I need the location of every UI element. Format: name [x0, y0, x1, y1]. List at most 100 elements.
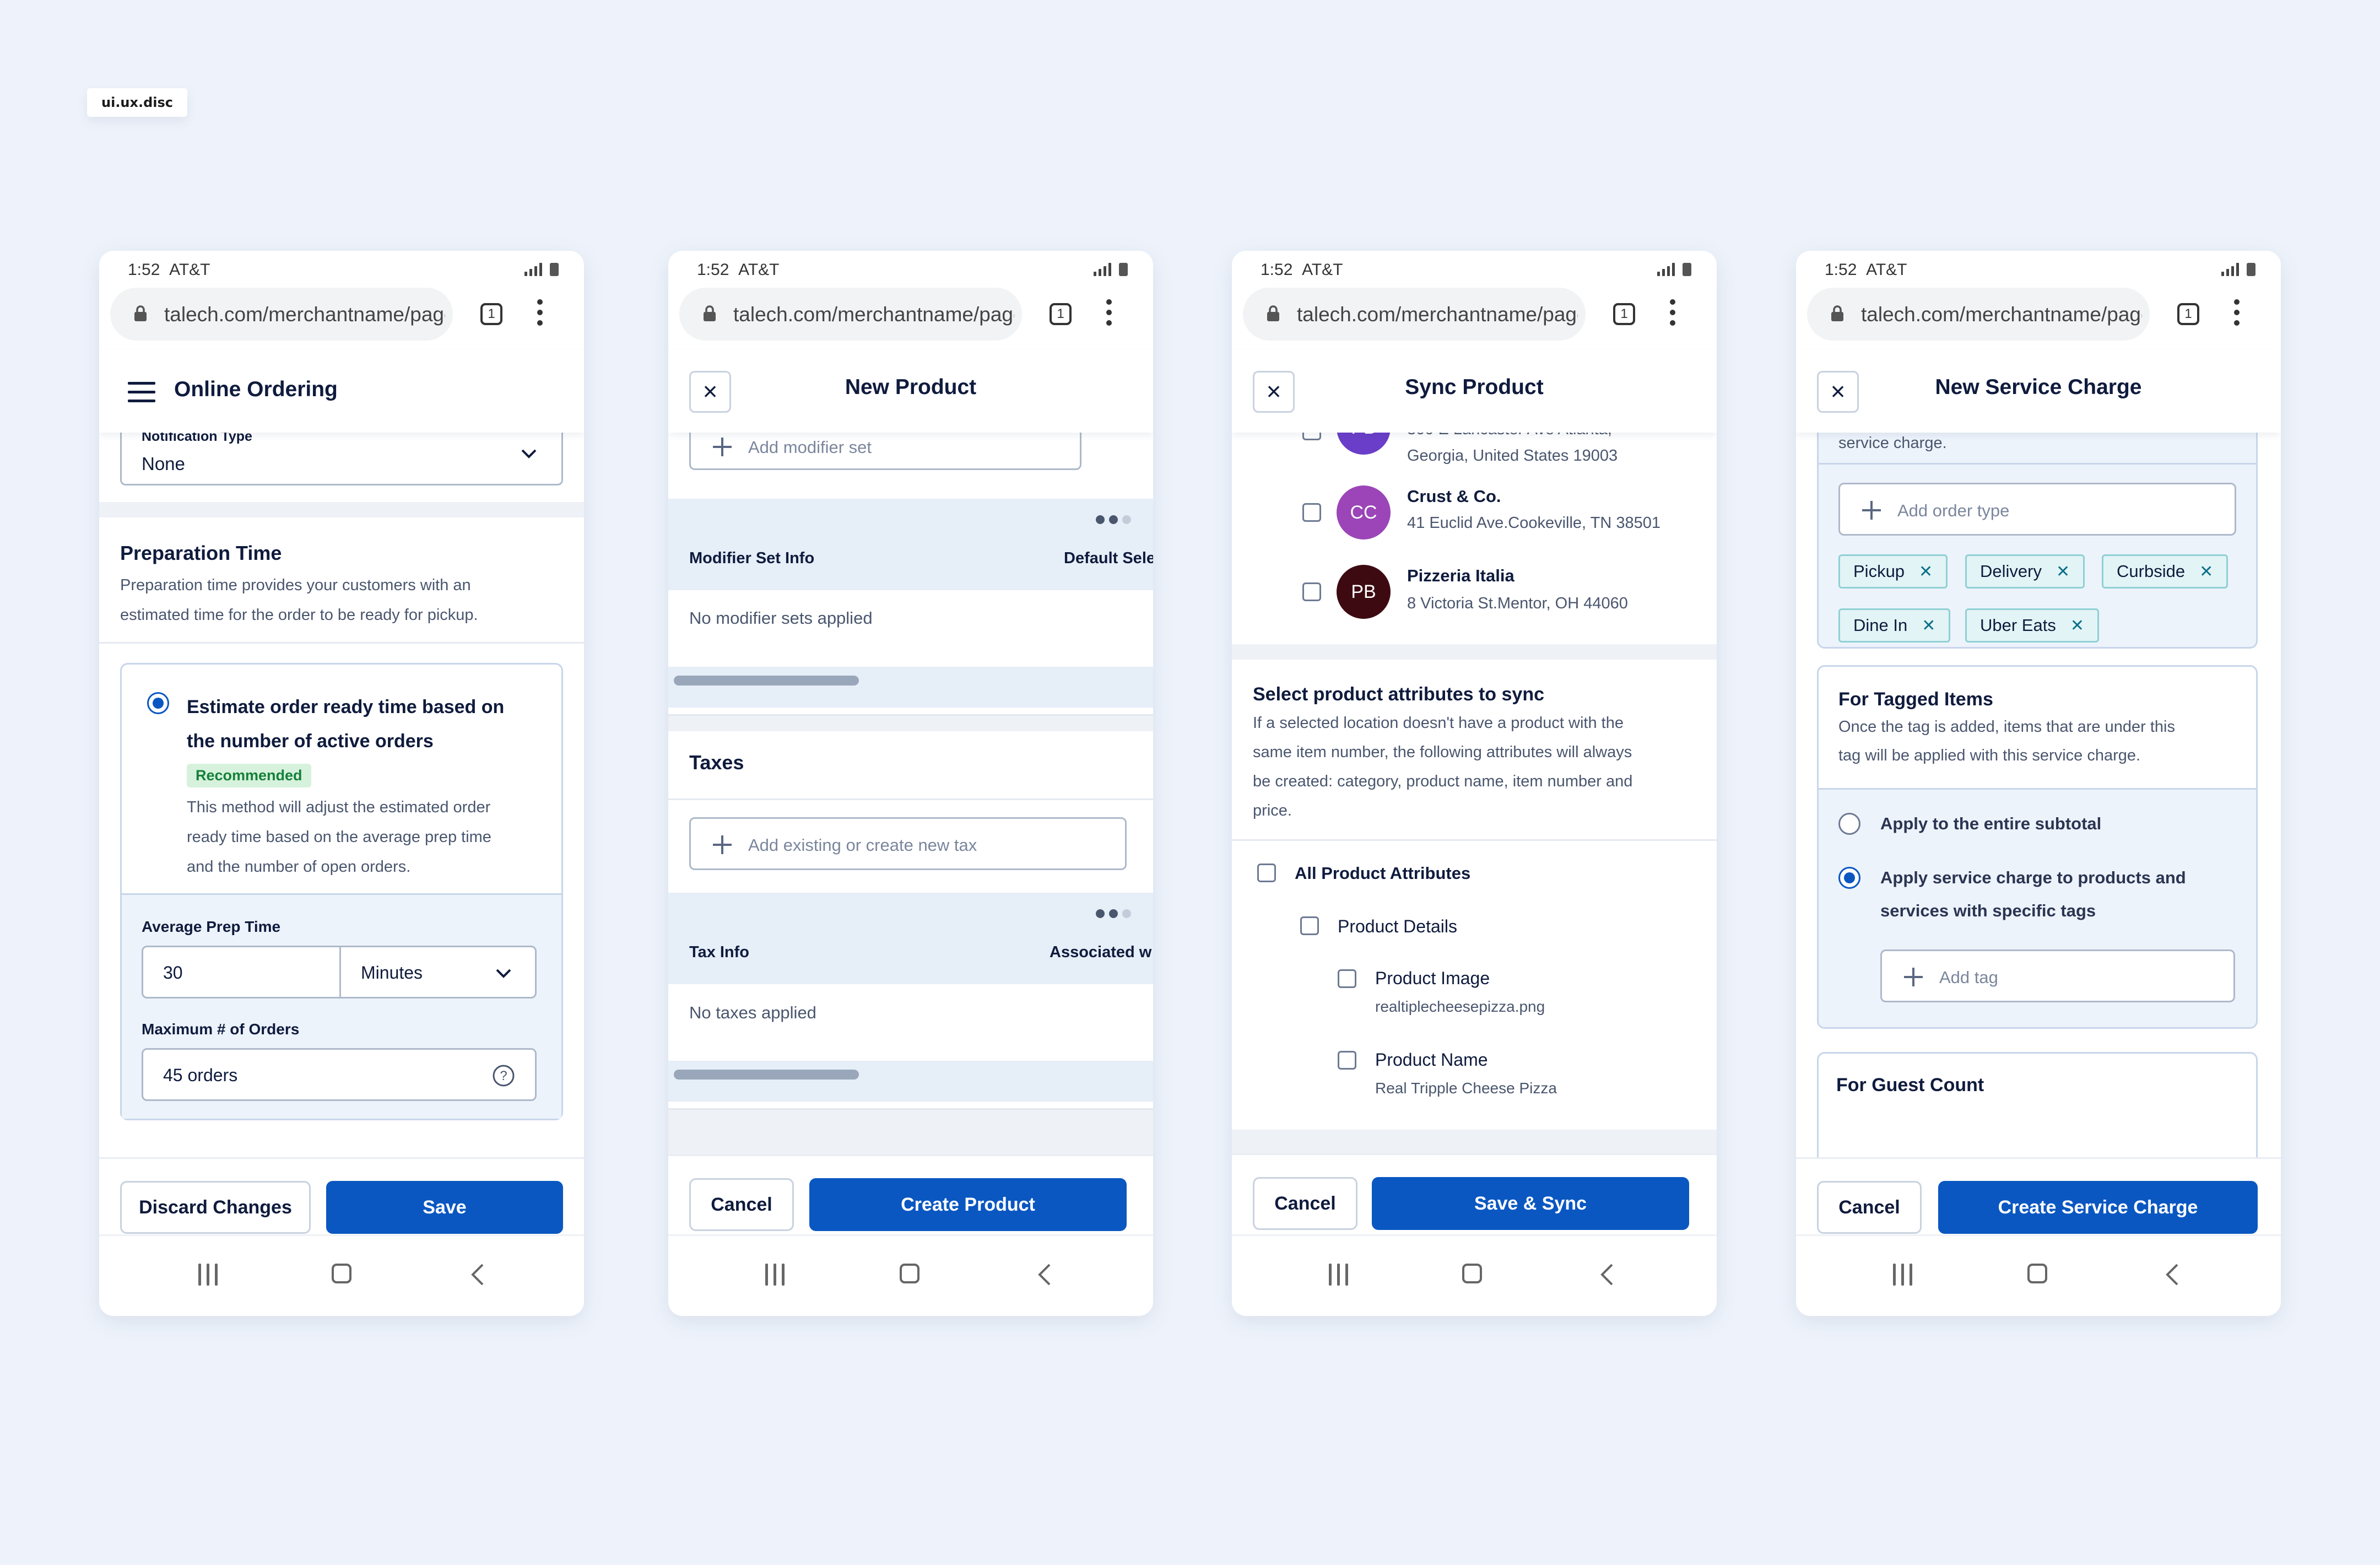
- modifier-table-header: Modifier Set Info Default Sele: [668, 499, 1153, 590]
- add-tax-field[interactable]: Add existing or create new tax: [689, 817, 1127, 870]
- add-order-type-field[interactable]: Add order type: [1838, 483, 2236, 536]
- notification-type-select[interactable]: Notification Type None: [120, 433, 563, 485]
- footer-actions: Cancel Create Service Charge: [1796, 1157, 2281, 1239]
- estimate-radio[interactable]: [147, 692, 169, 714]
- battery-icon: [1683, 263, 1691, 276]
- address-bar[interactable]: talech.com/merchantname/page: [1807, 288, 2150, 341]
- order-type-chip[interactable]: Pickup ✕: [1838, 554, 1948, 589]
- tagged-items-card: For Tagged Items Once the tag is added, …: [1817, 665, 2258, 1029]
- horizontal-scrollbar[interactable]: [674, 676, 859, 686]
- tabs-icon[interactable]: 1: [2177, 303, 2199, 325]
- create-product-button[interactable]: Create Product: [809, 1178, 1127, 1231]
- url-text: talech.com/merchantname/page: [733, 303, 1014, 326]
- product-name-checkbox[interactable]: [1338, 1051, 1356, 1070]
- max-orders-input[interactable]: 45 orders ?: [142, 1048, 537, 1101]
- option-desc-2: ready time based on the average prep tim…: [187, 828, 491, 846]
- location-checkbox[interactable]: [1302, 582, 1321, 601]
- pagination-dots: [1096, 515, 1131, 524]
- save-button[interactable]: Save: [326, 1181, 563, 1234]
- prep-time-desc-1: Preparation time provides your customers…: [120, 576, 471, 594]
- back-icon[interactable]: [1034, 1262, 1056, 1287]
- close-icon[interactable]: ✕: [2070, 617, 2084, 635]
- address-bar[interactable]: talech.com/merchantname/page: [1243, 288, 1586, 341]
- recents-icon[interactable]: [1893, 1264, 1912, 1286]
- back-icon[interactable]: [2162, 1262, 2184, 1287]
- status-time: 1:52 AT&T: [1825, 261, 1907, 279]
- tabs-icon[interactable]: 1: [1050, 303, 1072, 325]
- recents-icon[interactable]: [765, 1264, 785, 1286]
- battery-icon: [550, 263, 559, 276]
- attributes-desc-1: If a selected location doesn't have a pr…: [1253, 714, 1624, 732]
- back-icon[interactable]: [467, 1262, 489, 1287]
- svg-text:?: ?: [500, 1068, 507, 1083]
- prep-time-desc-2: estimated time for the order to be ready…: [120, 606, 478, 624]
- order-type-card: service charge. Add order type Pickup ✕ D…: [1817, 433, 2258, 649]
- order-type-chip[interactable]: Dine In ✕: [1838, 608, 1951, 643]
- more-vertical-icon[interactable]: [2233, 299, 2240, 330]
- product-name-value: Real Tripple Cheese Pizza: [1375, 1080, 1557, 1097]
- status-icons: [1094, 263, 1128, 276]
- home-icon[interactable]: [2027, 1264, 2047, 1283]
- close-icon[interactable]: ✕: [2056, 563, 2070, 581]
- all-attributes-checkbox[interactable]: [1257, 864, 1276, 882]
- product-name-label: Product Name: [1375, 1050, 1488, 1070]
- modifier-col-default: Default Sele: [1064, 549, 1153, 567]
- specific-tags-radio[interactable]: [1838, 867, 1860, 889]
- order-type-chip[interactable]: Delivery ✕: [1965, 554, 2085, 589]
- status-bar: 1:52 AT&T: [668, 251, 1153, 289]
- more-vertical-icon[interactable]: [1106, 299, 1112, 330]
- create-service-charge-button[interactable]: Create Service Charge: [1938, 1181, 2258, 1234]
- order-type-chip[interactable]: Uber Eats ✕: [1965, 608, 2099, 643]
- app-header: × Sync Product: [1232, 350, 1717, 433]
- guest-count-title: For Guest Count: [1836, 1075, 1984, 1096]
- more-vertical-icon[interactable]: [1669, 299, 1676, 330]
- page-title: New Product: [845, 375, 977, 399]
- tax-col-info: Tax Info: [689, 943, 750, 961]
- more-vertical-icon[interactable]: [537, 299, 543, 330]
- status-bar: 1:52 AT&T: [1796, 251, 2281, 289]
- product-details-checkbox[interactable]: [1300, 916, 1319, 935]
- close-icon[interactable]: ✕: [2199, 563, 2213, 581]
- page-title: Sync Product: [1405, 375, 1544, 399]
- pagination-dots: [1096, 909, 1131, 918]
- home-icon[interactable]: [900, 1264, 919, 1283]
- close-icon[interactable]: ✕: [1919, 563, 1933, 581]
- location-checkbox[interactable]: [1302, 503, 1321, 522]
- address-bar[interactable]: talech.com/merchantname/page: [110, 288, 453, 341]
- help-icon[interactable]: ?: [492, 1064, 515, 1087]
- recents-icon[interactable]: [198, 1264, 218, 1286]
- option-desc-1: This method will adjust the estimated or…: [187, 798, 491, 816]
- product-image-checkbox[interactable]: [1338, 969, 1356, 988]
- cancel-button[interactable]: Cancel: [689, 1178, 794, 1231]
- add-tag-field[interactable]: Add tag: [1880, 949, 2235, 1002]
- url-text: talech.com/merchantname/page: [1297, 303, 1578, 326]
- tax-empty-text: No taxes applied: [689, 1003, 816, 1022]
- tabs-icon[interactable]: 1: [1613, 303, 1635, 325]
- subtotal-radio[interactable]: [1838, 813, 1860, 835]
- add-modifier-set-field[interactable]: Add modifier set: [689, 433, 1081, 470]
- tabs-icon[interactable]: 1: [480, 303, 502, 325]
- plus-icon: [1862, 501, 1881, 520]
- menu-icon[interactable]: [128, 381, 155, 403]
- address-bar[interactable]: talech.com/merchantname/page: [679, 288, 1022, 341]
- home-icon[interactable]: [332, 1264, 351, 1283]
- horizontal-scrollbar[interactable]: [674, 1070, 859, 1080]
- section-divider: [99, 502, 584, 517]
- prep-unit-select[interactable]: Minutes: [339, 946, 537, 999]
- cancel-button[interactable]: Cancel: [1817, 1181, 1922, 1234]
- recents-icon[interactable]: [1329, 1264, 1348, 1286]
- back-icon[interactable]: [1597, 1262, 1619, 1287]
- order-type-chip[interactable]: Curbside ✕: [2102, 554, 2228, 589]
- avg-prep-input[interactable]: 30: [142, 946, 341, 999]
- discard-changes-button[interactable]: Discard Changes: [120, 1181, 311, 1234]
- cancel-button[interactable]: Cancel: [1253, 1177, 1357, 1230]
- attributes-desc-4: price.: [1253, 802, 1292, 819]
- status-icons: [524, 263, 559, 276]
- status-time: 1:52 AT&T: [128, 261, 210, 279]
- close-icon[interactable]: ✕: [1922, 617, 1935, 635]
- home-icon[interactable]: [1462, 1264, 1482, 1283]
- location-checkbox[interactable]: [1302, 433, 1321, 440]
- save-sync-button[interactable]: Save & Sync: [1372, 1177, 1689, 1230]
- status-time: 1:52 AT&T: [697, 261, 780, 279]
- footer-actions: Cancel Save & Sync: [1232, 1153, 1717, 1235]
